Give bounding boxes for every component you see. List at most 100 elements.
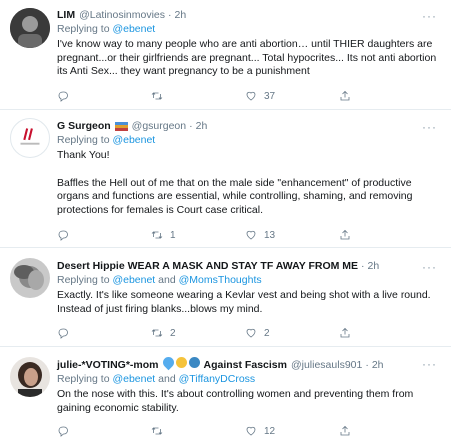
- share-button[interactable]: [339, 425, 433, 437]
- like-button[interactable]: 13: [245, 229, 339, 241]
- action-bar: 1 13: [57, 229, 433, 241]
- share-button[interactable]: [339, 327, 433, 339]
- replying-to: Replying to @ebenet and @TiffanyDCross: [57, 373, 437, 386]
- timestamp[interactable]: 2h: [196, 120, 208, 133]
- replying-to: Replying to @ebenet: [57, 134, 437, 147]
- tweet-paragraph: Thank You!: [57, 149, 110, 161]
- action-bar: 2 2: [57, 327, 433, 339]
- separator: ·: [168, 9, 172, 21]
- avatar-image: [10, 258, 50, 298]
- tweet-text: Exactly. It's like someone wearing a Kev…: [57, 289, 437, 316]
- share-icon: [340, 229, 350, 240]
- like-icon: [246, 426, 256, 436]
- like-icon: [246, 230, 256, 240]
- display-name[interactable]: julie-*VOTING*-mom: [57, 359, 159, 372]
- avatar[interactable]: [10, 118, 50, 158]
- tweet-text: I've know way to many people who are ant…: [57, 38, 437, 79]
- more-icon[interactable]: ···: [422, 9, 437, 23]
- share-icon: [340, 425, 350, 436]
- separator: ·: [189, 120, 193, 132]
- avatar-image: [10, 357, 50, 397]
- timestamp[interactable]: 2h: [372, 359, 384, 372]
- like-button[interactable]: 12: [245, 425, 339, 437]
- tweet-header: Desert Hippie WEAR A MASK AND STAY TF AW…: [57, 260, 437, 273]
- reply-button[interactable]: [57, 327, 151, 339]
- replying-to-label: Replying to: [57, 373, 113, 385]
- display-name-suffix[interactable]: Against Fascism: [204, 359, 287, 372]
- tweet-header: G Surgeon @gsurgeon · 2h: [57, 120, 437, 133]
- timestamp[interactable]: 2h: [368, 260, 380, 273]
- tweet[interactable]: julie-*VOTING*-mom Against Fascism @juli…: [0, 347, 451, 446]
- user-handle[interactable]: @juliesauls901: [291, 359, 362, 372]
- share-icon: [340, 90, 350, 101]
- replying-to-label: Replying to: [57, 23, 113, 35]
- tweet[interactable]: Desert Hippie WEAR A MASK AND STAY TF AW…: [0, 248, 451, 347]
- retweet-button[interactable]: [151, 90, 245, 102]
- reply-button[interactable]: [57, 90, 151, 102]
- replying-to-and: and: [155, 373, 179, 385]
- tweet-text: Thank You! Baffles the Hell out of me th…: [57, 149, 437, 217]
- avatar[interactable]: [10, 8, 50, 48]
- action-bar: 37: [57, 90, 433, 102]
- blue-heart-icon: [160, 354, 176, 371]
- logo-icon: [20, 128, 40, 145]
- like-icon: [246, 91, 256, 101]
- retweet-button[interactable]: 1: [151, 229, 245, 241]
- replying-to: Replying to @ebenet and @MomsThoughts: [57, 274, 437, 287]
- share-button[interactable]: [339, 229, 433, 241]
- reply-button[interactable]: [57, 229, 151, 241]
- tweet-paragraph: On the nose with this. It's about contro…: [57, 388, 414, 414]
- retweet-icon: [151, 427, 163, 435]
- like-button[interactable]: 37: [245, 90, 339, 102]
- like-count: 37: [264, 90, 276, 102]
- tweet-header: julie-*VOTING*-mom Against Fascism @juli…: [57, 354, 437, 372]
- reply-icon: [58, 426, 68, 437]
- like-button[interactable]: 2: [245, 327, 339, 339]
- avatar-image: [10, 8, 50, 48]
- user-handle[interactable]: @gsurgeon: [132, 120, 186, 133]
- more-icon[interactable]: ···: [422, 357, 437, 371]
- action-bar: 12: [57, 425, 433, 437]
- share-button[interactable]: [339, 90, 433, 102]
- mention-link[interactable]: @ebenet: [112, 23, 155, 35]
- separator: ·: [365, 359, 369, 371]
- replying-to-label: Replying to: [57, 274, 113, 286]
- display-name[interactable]: LIM: [57, 9, 75, 22]
- mention-link[interactable]: @ebenet: [112, 134, 155, 146]
- tweet-header: LIM @Latinosinmovies · 2h: [57, 9, 437, 22]
- wave-icon: [188, 357, 200, 368]
- retweet-count: 2: [170, 327, 176, 339]
- avatar[interactable]: [10, 357, 50, 397]
- reply-icon: [58, 328, 68, 339]
- tweet-paragraph: I've know way to many people who are ant…: [57, 38, 437, 77]
- books-emoji-icon: [114, 122, 128, 131]
- display-name[interactable]: Desert Hippie WEAR A MASK AND STAY TF AW…: [57, 260, 358, 273]
- retweet-button[interactable]: 2: [151, 327, 245, 339]
- avatar[interactable]: [10, 258, 50, 298]
- tweet[interactable]: LIM @Latinosinmovies · 2h ··· Replying t…: [0, 0, 451, 110]
- mention-link[interactable]: @TiffanyDCross: [179, 373, 256, 385]
- sparkle-icon: [175, 357, 187, 368]
- share-icon: [340, 327, 350, 338]
- mention-link[interactable]: @ebenet: [112, 274, 155, 286]
- tweet-paragraph: Baffles the Hell out of me that on the m…: [57, 176, 413, 216]
- retweet-button[interactable]: [151, 425, 245, 437]
- retweet-count: 1: [170, 229, 176, 241]
- replying-to-and: and: [155, 274, 179, 286]
- tweet[interactable]: G Surgeon @gsurgeon · 2h ··· Replying to…: [0, 110, 451, 248]
- like-count: 13: [264, 229, 276, 241]
- timestamp[interactable]: 2h: [175, 9, 187, 22]
- mention-link[interactable]: @ebenet: [112, 373, 155, 385]
- mention-link[interactable]: @MomsThoughts: [179, 274, 262, 286]
- display-name[interactable]: G Surgeon: [57, 120, 111, 133]
- more-icon[interactable]: ···: [422, 120, 437, 134]
- separator: ·: [361, 260, 365, 272]
- more-icon[interactable]: ···: [422, 260, 437, 274]
- like-count: 2: [264, 327, 270, 339]
- reply-icon: [58, 91, 68, 102]
- replying-to-label: Replying to: [57, 134, 113, 146]
- like-count: 12: [264, 425, 276, 437]
- reply-icon: [58, 230, 68, 241]
- reply-button[interactable]: [57, 425, 151, 437]
- user-handle[interactable]: @Latinosinmovies: [79, 9, 165, 22]
